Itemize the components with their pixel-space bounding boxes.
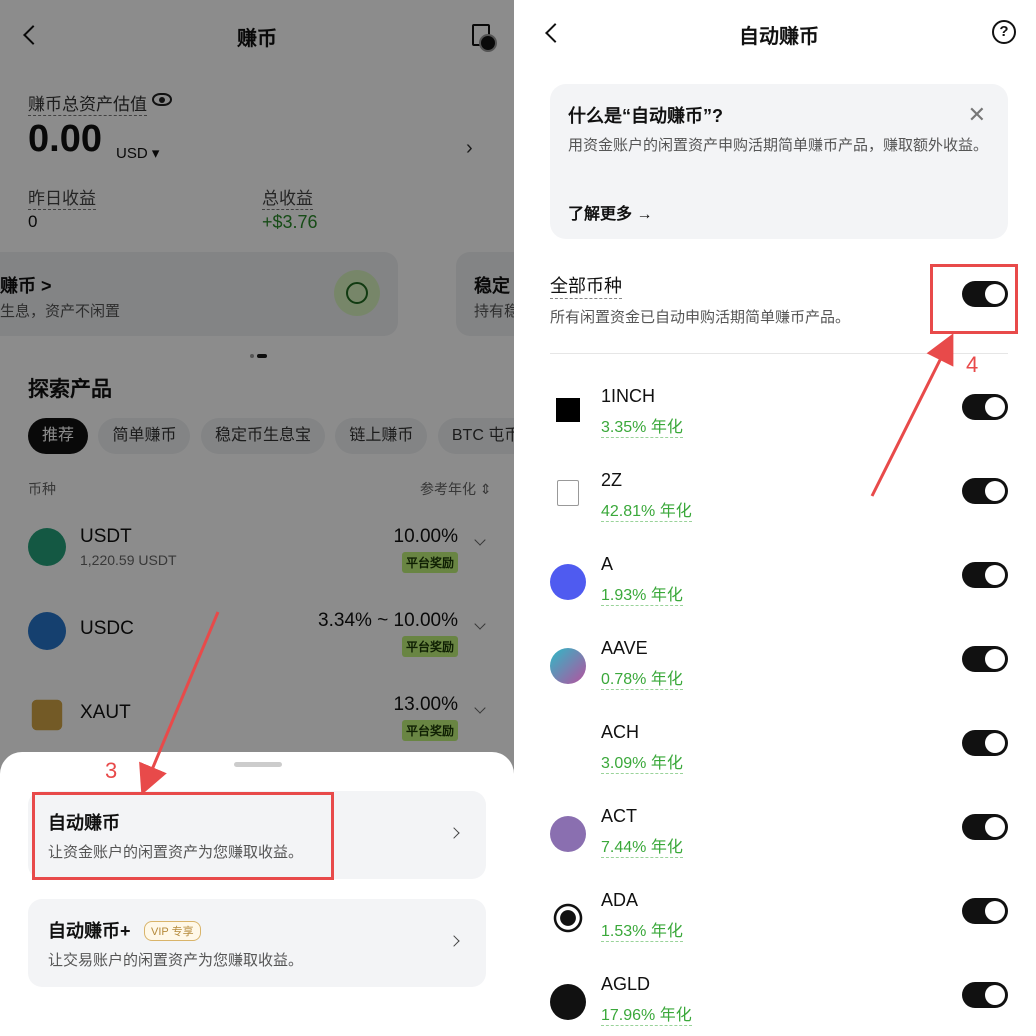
info-title: 什么是“自动赚币”? bbox=[568, 106, 723, 126]
option-title: 自动赚币+ bbox=[48, 921, 131, 941]
coin-toggle[interactable] bbox=[962, 562, 1008, 588]
info-text: 用资金账户的闲置资产申购活期简单赚币产品，赚取额外收益。 bbox=[568, 137, 989, 154]
divider bbox=[550, 353, 1008, 354]
all-coins-desc: 所有闲置资金已自动申购活期简单赚币产品。 bbox=[550, 309, 851, 326]
ada-icon bbox=[550, 900, 586, 936]
coin-toggle[interactable] bbox=[962, 730, 1008, 756]
list-item: 2Z 42.81% 年化 bbox=[522, 468, 1036, 552]
coin-name: AAVE bbox=[601, 638, 648, 658]
auto-earn-screen: 自动赚币 ? 什么是“自动赚币”? ✕ 用资金账户的闲置资产申购活期简单赚币产品… bbox=[522, 0, 1036, 1036]
highlight-box bbox=[930, 264, 1018, 334]
coin-name: 1INCH bbox=[601, 386, 656, 406]
earn-screen: 赚币 赚币总资产估值 0.00 USD ▾ › 昨日收益 0 总收益 +$3.7… bbox=[0, 0, 514, 1036]
coin-name: ACH bbox=[601, 722, 640, 742]
coin-toggle[interactable] bbox=[962, 394, 1008, 420]
coin-toggle[interactable] bbox=[962, 982, 1008, 1008]
coin-name: ACT bbox=[601, 806, 637, 826]
2z-icon bbox=[557, 480, 579, 506]
coin-apy: 3.35% 年化 bbox=[601, 413, 683, 438]
list-item: A 1.93% 年化 bbox=[522, 552, 1036, 636]
ach-icon bbox=[550, 732, 586, 768]
list-item: ACT 7.44% 年化 bbox=[522, 804, 1036, 888]
chevron-right-icon bbox=[448, 935, 460, 947]
coin-apy: 0.78% 年化 bbox=[601, 665, 683, 690]
auto-earn-plus-option[interactable]: 自动赚币+ VIP 专享 让交易账户的闲置资产为您赚取收益。 bbox=[28, 899, 486, 987]
act-icon bbox=[550, 816, 586, 852]
coin-apy: 17.96% 年化 bbox=[601, 1001, 692, 1026]
list-item: AAVE 0.78% 年化 bbox=[522, 636, 1036, 720]
coin-apy: 42.81% 年化 bbox=[601, 497, 692, 522]
a-icon bbox=[550, 564, 586, 600]
help-icon[interactable]: ? bbox=[992, 20, 1016, 44]
learn-more-link[interactable]: 了解更多 → bbox=[568, 200, 652, 224]
coin-apy: 1.93% 年化 bbox=[601, 581, 683, 606]
aave-icon bbox=[550, 648, 586, 684]
coin-toggle[interactable] bbox=[962, 478, 1008, 504]
coin-apy: 1.53% 年化 bbox=[601, 917, 683, 942]
all-coins-label: 全部币种 bbox=[550, 272, 622, 299]
list-item: 1INCH 3.35% 年化 bbox=[522, 384, 1036, 468]
coin-apy: 3.09% 年化 bbox=[601, 749, 683, 774]
option-desc: 让交易账户的闲置资产为您赚取收益。 bbox=[48, 952, 304, 969]
coin-toggle[interactable] bbox=[962, 646, 1008, 672]
coin-name: A bbox=[601, 554, 614, 574]
list-item: ADA 1.53% 年化 bbox=[522, 888, 1036, 972]
info-card: 什么是“自动赚币”? ✕ 用资金账户的闲置资产申购活期简单赚币产品，赚取额外收益… bbox=[550, 84, 1008, 239]
coin-name: AGLD bbox=[601, 974, 651, 994]
highlight-box bbox=[32, 792, 334, 880]
annotation-number: 4 bbox=[966, 352, 979, 377]
coin-toggle[interactable] bbox=[962, 898, 1008, 924]
annotation-number: 3 bbox=[105, 758, 118, 783]
sheet-handle[interactable] bbox=[234, 762, 282, 767]
chevron-right-icon bbox=[448, 827, 460, 839]
page-title: 自动赚币 bbox=[739, 26, 819, 48]
coin-toggle[interactable] bbox=[962, 814, 1008, 840]
list-item: ACH 3.09% 年化 bbox=[522, 720, 1036, 804]
coin-apy: 7.44% 年化 bbox=[601, 833, 683, 858]
list-item: AGLD 17.96% 年化 bbox=[522, 972, 1036, 1036]
close-icon[interactable]: ✕ bbox=[968, 102, 986, 128]
coin-name: ADA bbox=[601, 890, 639, 910]
1inch-icon bbox=[556, 398, 580, 422]
coin-name: 2Z bbox=[601, 470, 623, 490]
vip-badge: VIP 专享 bbox=[144, 921, 201, 941]
agld-icon bbox=[550, 984, 586, 1020]
